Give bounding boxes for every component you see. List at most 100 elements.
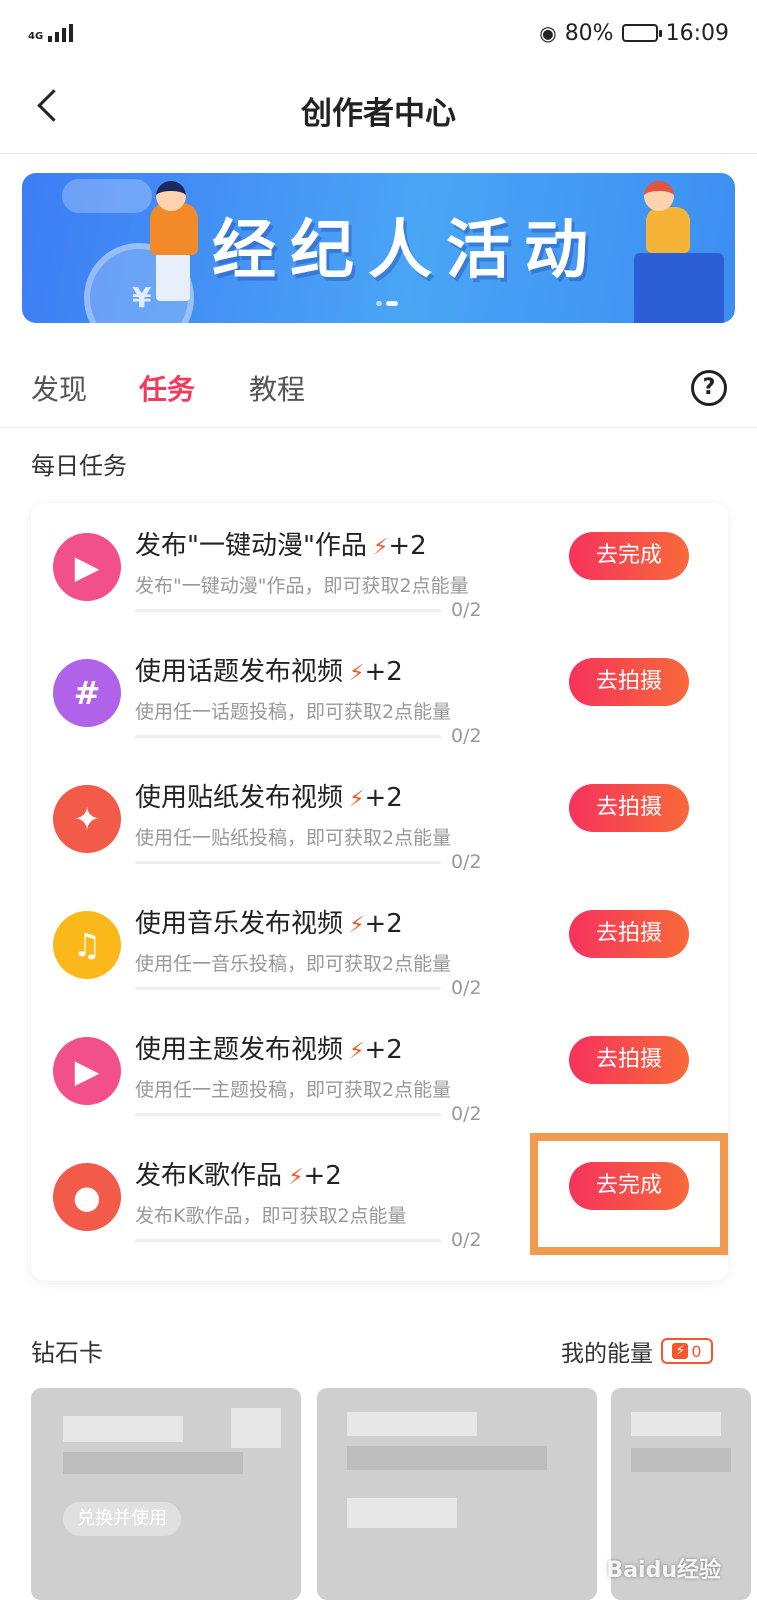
illustration-figure-head bbox=[644, 181, 674, 211]
signal-bar bbox=[55, 32, 60, 42]
task-title-text: 使用音乐发布视频 bbox=[135, 909, 344, 939]
task-count: 0/2 bbox=[451, 977, 482, 999]
page-title: 创作者中心 bbox=[301, 96, 456, 132]
signal-indicator: 4G bbox=[28, 24, 74, 42]
task-progress-bar bbox=[135, 609, 441, 612]
blurred-content bbox=[631, 1412, 721, 1436]
carousel-dot-active bbox=[386, 301, 398, 306]
battery-percent: 80% bbox=[564, 20, 614, 46]
battery-icon bbox=[621, 24, 662, 42]
status-bar: 4G ◉ 80% 16:09 bbox=[0, 0, 757, 66]
task-description: 使用任一话题投稿，即可获取2点能量 bbox=[135, 701, 452, 723]
task-item: ▶ 发布"一键动漫"作品 ⚡+2 发布"一键动漫"作品，即可获取2点能量 0/2 … bbox=[31, 503, 728, 629]
illustration-figure bbox=[150, 203, 198, 255]
task-count: 0/2 bbox=[451, 1229, 482, 1251]
task-energy: +2 bbox=[364, 909, 403, 939]
task-action-button[interactable]: 去拍摄 bbox=[569, 1036, 689, 1084]
task-action-button[interactable]: 去拍摄 bbox=[569, 910, 689, 958]
tab-bar: 发现 任务 教程 ? bbox=[0, 350, 757, 428]
illustration-building bbox=[634, 253, 724, 323]
blurred-content bbox=[347, 1446, 547, 1470]
blurred-content bbox=[231, 1408, 281, 1448]
blurred-content bbox=[63, 1452, 243, 1474]
microphone-icon: ● bbox=[53, 1163, 121, 1231]
sticker-icon: ✦ bbox=[53, 785, 121, 853]
task-title-text: 发布"一键动漫"作品 bbox=[135, 531, 367, 561]
task-title: 使用主题发布视频 ⚡+2 bbox=[135, 1029, 403, 1066]
section-title-daily-tasks: 每日任务 bbox=[31, 452, 127, 480]
task-energy: +2 bbox=[364, 657, 403, 687]
promo-banner[interactable]: ¥ 经纪人活动 bbox=[22, 173, 735, 323]
blurred-content bbox=[631, 1448, 731, 1472]
card-action-pill[interactable]: 兑换并使用 bbox=[63, 1502, 181, 1536]
blurred-content bbox=[347, 1498, 457, 1528]
tab-discover[interactable]: 发现 bbox=[31, 368, 87, 408]
help-icon[interactable]: ? bbox=[691, 370, 727, 406]
task-count: 0/2 bbox=[451, 725, 482, 747]
task-energy: +2 bbox=[364, 783, 403, 813]
blurred-content bbox=[63, 1416, 183, 1442]
lightning-icon: ⚡ bbox=[672, 1343, 689, 1359]
section-title-diamond-card: 钻石卡 bbox=[31, 1339, 103, 1367]
watermark: Baidu经验 bbox=[606, 1558, 721, 1583]
task-action-button[interactable]: 去完成 bbox=[569, 532, 689, 580]
lightning-icon: ⚡ bbox=[372, 535, 389, 560]
diamond-card[interactable] bbox=[317, 1388, 597, 1600]
signal-bar bbox=[48, 36, 53, 42]
task-title-text: 使用主题发布视频 bbox=[135, 1035, 344, 1065]
task-progress-bar bbox=[135, 1239, 441, 1242]
task-count: 0/2 bbox=[451, 1103, 482, 1125]
task-title: 发布"一键动漫"作品 ⚡+2 bbox=[135, 525, 427, 562]
illustration-figure-legs bbox=[156, 253, 190, 301]
task-title-text: 使用贴纸发布视频 bbox=[135, 783, 344, 813]
signal-bar bbox=[69, 24, 74, 42]
my-energy-label: 我的能量 bbox=[561, 1341, 653, 1367]
cloud-decoration bbox=[62, 179, 152, 213]
eye-comfort-icon: ◉ bbox=[539, 21, 557, 45]
task-energy: +2 bbox=[303, 1161, 342, 1191]
task-item: ♫ 使用音乐发布视频 ⚡+2 使用任一音乐投稿，即可获取2点能量 0/2 去拍摄 bbox=[31, 881, 728, 1007]
task-action-button[interactable]: 去拍摄 bbox=[569, 784, 689, 832]
hashtag-icon: # bbox=[53, 659, 121, 727]
blurred-content bbox=[347, 1412, 477, 1436]
signal-bar bbox=[62, 28, 67, 42]
video-icon: ▶ bbox=[53, 1037, 121, 1105]
energy-value: 0 bbox=[691, 1341, 702, 1361]
task-title: 使用贴纸发布视频 ⚡+2 bbox=[135, 777, 403, 814]
task-title-text: 使用话题发布视频 bbox=[135, 657, 344, 687]
task-description: 使用任一主题投稿，即可获取2点能量 bbox=[135, 1079, 452, 1101]
video-icon: ▶ bbox=[53, 533, 121, 601]
nav-bar: 创作者中心 bbox=[0, 66, 757, 154]
diamond-card[interactable]: 兑换并使用 bbox=[31, 1388, 301, 1600]
task-count: 0/2 bbox=[451, 851, 482, 873]
task-action-button[interactable]: 去拍摄 bbox=[569, 658, 689, 706]
yen-icon: ¥ bbox=[132, 281, 152, 314]
diamond-card-list: 兑换并使用 Baidu经验 bbox=[31, 1388, 757, 1600]
carousel-dot bbox=[376, 301, 382, 306]
task-energy: +2 bbox=[388, 531, 427, 561]
tab-tasks[interactable]: 任务 bbox=[139, 368, 195, 408]
task-progress-bar bbox=[135, 861, 441, 864]
banner-title: 经纪人活动 bbox=[212, 214, 602, 288]
tab-tutorials[interactable]: 教程 bbox=[249, 368, 305, 408]
task-title: 使用话题发布视频 ⚡+2 bbox=[135, 651, 403, 688]
task-progress-bar bbox=[135, 1113, 441, 1116]
task-description: 发布"一键动漫"作品，即可获取2点能量 bbox=[135, 575, 469, 597]
task-item: ▶ 使用主题发布视频 ⚡+2 使用任一主题投稿，即可获取2点能量 0/2 去拍摄 bbox=[31, 1007, 728, 1133]
lightning-icon: ⚡ bbox=[349, 913, 365, 938]
my-energy[interactable]: 我的能量 ⚡ 0 bbox=[561, 1334, 713, 1368]
lightning-icon: ⚡ bbox=[349, 661, 365, 686]
task-item: ✦ 使用贴纸发布视频 ⚡+2 使用任一贴纸投稿，即可获取2点能量 0/2 去拍摄 bbox=[31, 755, 728, 881]
task-title: 使用音乐发布视频 ⚡+2 bbox=[135, 903, 403, 940]
carousel-indicator bbox=[376, 301, 398, 306]
task-count: 0/2 bbox=[451, 599, 482, 621]
task-energy: +2 bbox=[364, 1035, 403, 1065]
network-type: 4G bbox=[28, 31, 44, 42]
music-icon: ♫ bbox=[53, 911, 121, 979]
clock: 16:09 bbox=[665, 20, 729, 46]
task-description: 使用任一音乐投稿，即可获取2点能量 bbox=[135, 953, 452, 975]
task-item: # 使用话题发布视频 ⚡+2 使用任一话题投稿，即可获取2点能量 0/2 去拍摄 bbox=[31, 629, 728, 755]
task-title: 发布K歌作品 ⚡+2 bbox=[135, 1155, 342, 1192]
energy-badge: ⚡ 0 bbox=[661, 1338, 713, 1364]
lightning-icon: ⚡ bbox=[349, 787, 365, 812]
